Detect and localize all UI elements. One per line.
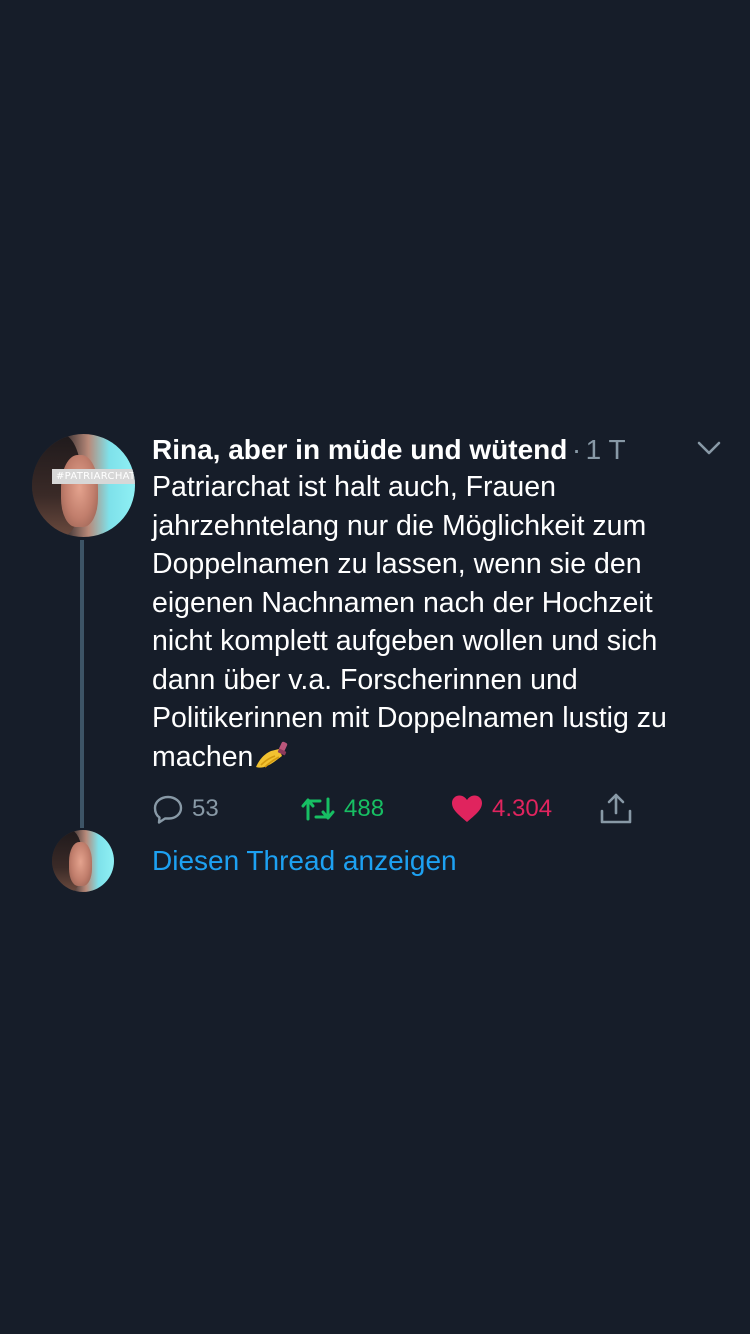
tweet-header: Rina, aber in müde und wütend · 1 T: [152, 430, 692, 470]
author-avatar[interactable]: #PATRIARCHAT: [32, 434, 135, 537]
retweet-count: 488: [344, 795, 385, 822]
reply-icon: [152, 793, 184, 825]
author-name[interactable]: Rina, aber in müde und wütend: [152, 434, 567, 465]
show-thread-link[interactable]: Diesen Thread anzeigen: [152, 840, 457, 882]
like-count: 4.304: [492, 795, 553, 822]
tweet-timestamp: 1 T: [585, 434, 626, 465]
like-button[interactable]: 4.304: [450, 788, 552, 830]
nail-polish-icon: [253, 740, 291, 772]
thread-avatar[interactable]: [52, 830, 114, 892]
share-icon: [598, 791, 634, 827]
tweet-text: Patriarchat ist halt auch, Frauen jahrze…: [152, 471, 667, 773]
retweet-icon: [300, 793, 336, 825]
header-separator: ·: [571, 434, 582, 465]
reply-button[interactable]: 53: [152, 788, 219, 830]
tweet-body: Patriarchat ist halt auch, Frauen jahrze…: [152, 468, 727, 776]
thread-connector-line: [80, 540, 84, 828]
retweet-button[interactable]: 488: [300, 788, 384, 830]
avatar-hashtag-tag: #PATRIARCHAT: [52, 469, 135, 484]
tweet-actions-bar: 53 488 4.304: [152, 788, 652, 830]
chevron-down-icon[interactable]: [694, 436, 724, 460]
share-button[interactable]: [598, 788, 634, 830]
tweet-screen: #PATRIARCHAT Rina, aber in müde und wüte…: [0, 0, 750, 1334]
heart-icon: [450, 793, 484, 825]
reply-count: 53: [192, 795, 219, 822]
